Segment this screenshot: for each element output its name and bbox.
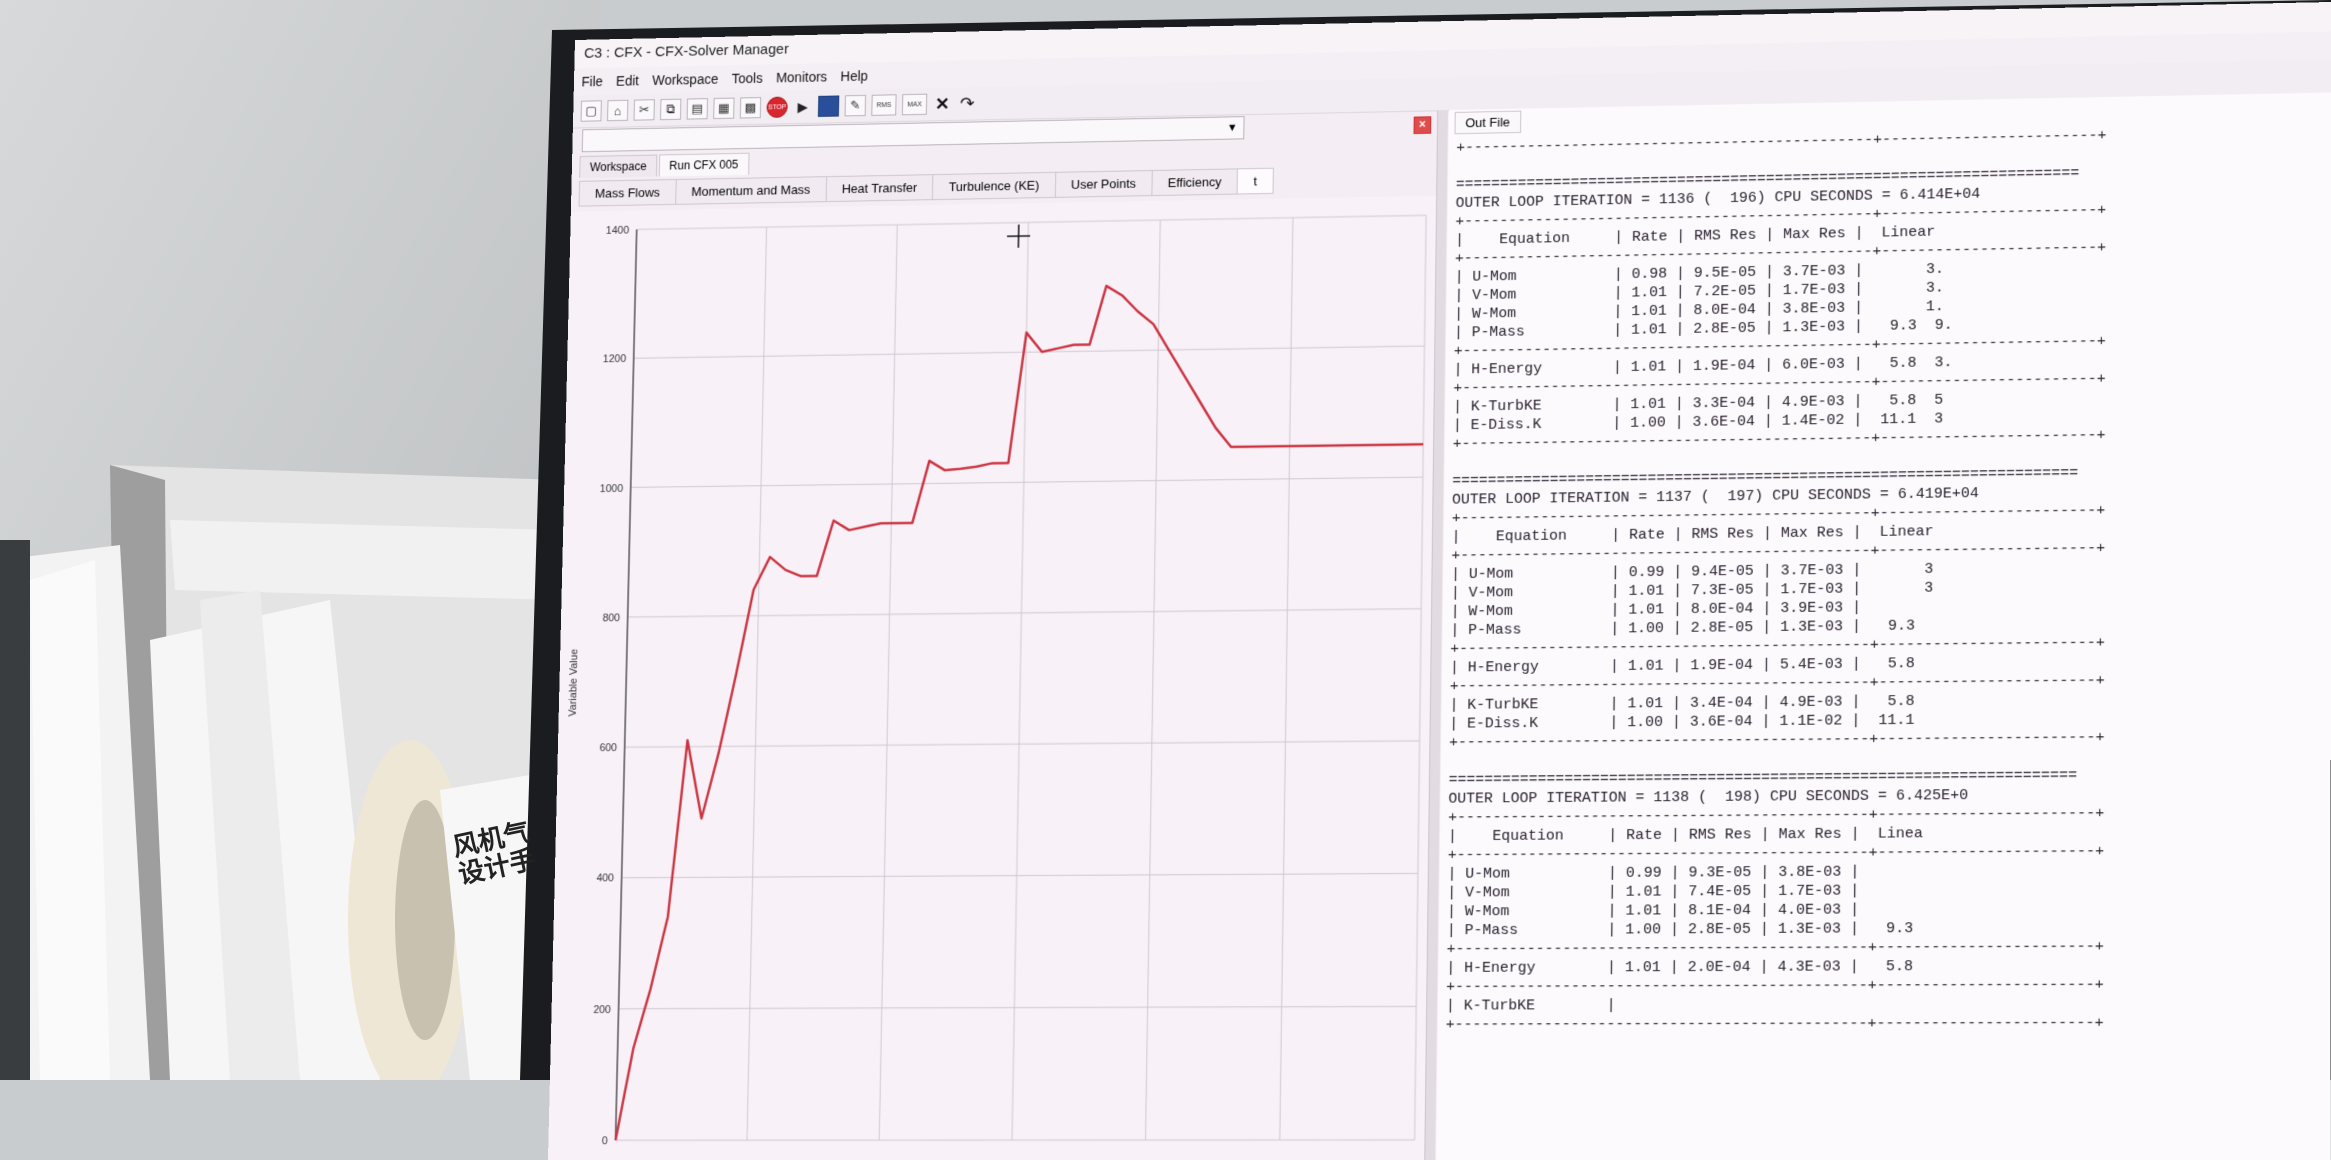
y-axis-label: Variable Value <box>568 648 581 716</box>
new-icon[interactable]: ▢ <box>581 100 602 121</box>
residual-row: | K-TurbKE | <box>1446 994 2331 1016</box>
tab-momentum-and-mass[interactable]: Momentum and Mass <box>675 176 827 205</box>
tab-turbulence[interactable]: Turbulence (KE) <box>932 172 1056 200</box>
y-tick-label: 1400 <box>606 225 630 237</box>
y-tick-label: 1200 <box>603 354 627 366</box>
menu-help[interactable]: Help <box>840 62 868 89</box>
edit-icon[interactable]: ✎ <box>845 95 866 116</box>
y-tick-label: 400 <box>596 873 614 884</box>
y-tick-label: 1000 <box>600 483 624 495</box>
tab-mass-flows[interactable]: Mass Flows <box>579 179 677 207</box>
menu-edit[interactable]: Edit <box>616 67 639 94</box>
play-icon[interactable]: ▶ <box>793 97 812 117</box>
tab-user-points[interactable]: User Points <box>1054 170 1152 198</box>
workspace-tabs: Workspace Run CFX 005 <box>579 153 749 178</box>
blank <box>1445 1032 2331 1053</box>
y-tick-label: 800 <box>602 613 620 624</box>
tab-efficiency[interactable]: Efficiency <box>1151 168 1238 196</box>
chevron-down-icon: ▼ <box>1227 117 1238 138</box>
out-file-pane: Out File +------------------------------… <box>1436 93 2331 1160</box>
stop-icon[interactable]: STOP <box>766 97 787 118</box>
max-icon[interactable]: MAX <box>902 94 927 116</box>
tab-heat-transfer[interactable]: Heat Transfer <box>825 174 933 202</box>
tab-run-cfx-005[interactable]: Run CFX 005 <box>659 153 749 177</box>
plot-background <box>548 196 1436 1160</box>
y-tick-label: 200 <box>593 1004 611 1015</box>
separator: +---------------------------------------… <box>1446 974 2331 996</box>
cut-icon[interactable]: ✂ <box>634 99 655 120</box>
tab-out-file[interactable]: Out File <box>1455 111 1521 135</box>
grid-icon[interactable]: ▩ <box>740 97 761 118</box>
arrow-icon[interactable]: ↷ <box>957 94 977 114</box>
paste-icon[interactable]: ▤ <box>687 98 708 119</box>
open-icon[interactable]: ⌂ <box>607 100 628 121</box>
y-tick-label: 0 <box>602 1136 608 1147</box>
menu-monitors[interactable]: Monitors <box>776 63 828 91</box>
plot-svg: 0 200 400 600 800 1000 1200 1400 Variable Value <box>548 196 1436 1160</box>
out-file-text: +---------------------------------------… <box>1445 120 2331 1054</box>
menu-workspace[interactable]: Workspace <box>652 65 719 93</box>
rms-icon[interactable]: RMS <box>871 94 896 116</box>
cfx-solver-manager-window: C3 : CFX - CFX-Solver Manager File Edit … <box>548 2 2331 1160</box>
close-icon[interactable]: ✕ <box>933 94 953 114</box>
separator: +---------------------------------------… <box>1446 1013 2331 1035</box>
menu-tools[interactable]: Tools <box>731 65 763 92</box>
pane-close-icon[interactable]: × <box>1413 116 1431 134</box>
menu-file[interactable]: File <box>581 68 603 95</box>
monitor-plot[interactable]: 0 200 400 600 800 1000 1200 1400 Variable Value <box>548 196 1436 1160</box>
tab-workspace[interactable]: Workspace <box>579 155 657 178</box>
copy-icon[interactable]: ⧉ <box>660 99 681 120</box>
tab-t[interactable]: t <box>1237 168 1274 195</box>
y-tick-label: 600 <box>599 743 617 754</box>
save-icon[interactable] <box>818 95 839 116</box>
monitor-icon[interactable]: ▦ <box>713 98 734 119</box>
